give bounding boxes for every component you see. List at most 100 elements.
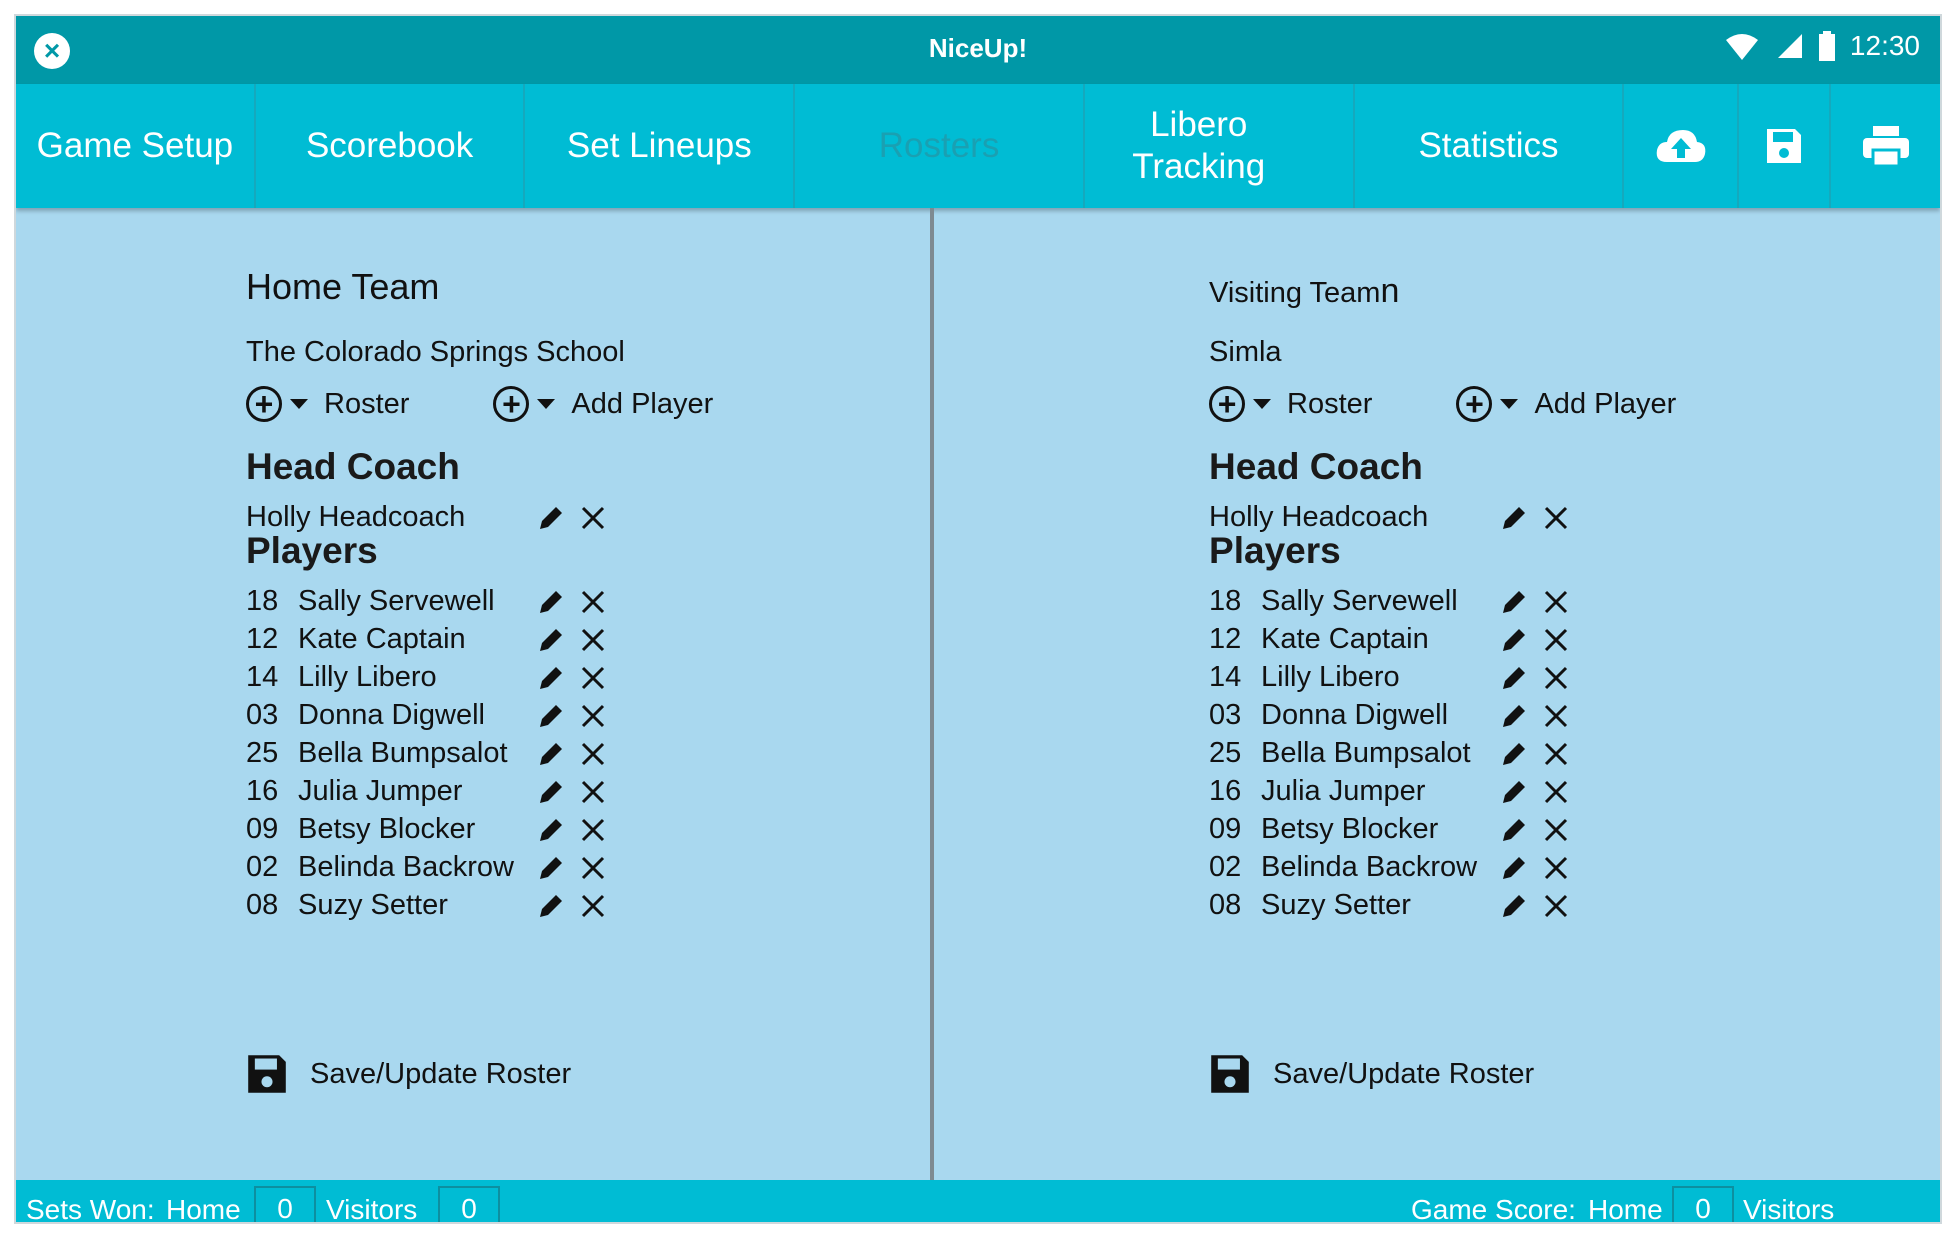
visitors-add-player-dropdown[interactable]: + Add Player [1456, 386, 1676, 422]
player-number: 09 [246, 813, 279, 845]
print-button[interactable] [1831, 84, 1940, 208]
cloud-upload-button[interactable] [1624, 84, 1740, 208]
home-add-player-dropdown[interactable]: + Add Player [493, 386, 713, 422]
close-icon[interactable] [578, 503, 608, 533]
player-number: 03 [246, 699, 279, 731]
caret-down-icon [290, 399, 308, 409]
visitors-coach-heading: Head Coach [1209, 446, 1423, 487]
player-row: 14 Lilly Libero [246, 661, 626, 701]
player-number: 12 [246, 623, 279, 655]
pencil-icon[interactable] [1499, 503, 1529, 533]
visiting-team-heading: Visiting Teamn [1209, 272, 1399, 311]
visitors-roster-dropdown[interactable]: + Roster [1209, 386, 1372, 422]
player-number: 25 [1209, 737, 1242, 769]
player-number: 02 [1209, 851, 1242, 883]
home-roster-dropdown[interactable]: + Roster [246, 386, 409, 422]
pencil-icon[interactable] [1499, 587, 1529, 617]
tab-scorebook[interactable]: Scorebook [256, 84, 526, 208]
home-roster-actions: + Roster + Add Player [246, 386, 713, 422]
player-row: 02 Belinda Backrow [246, 851, 626, 891]
save-button[interactable] [1739, 84, 1832, 208]
pencil-icon[interactable] [1499, 815, 1529, 845]
pencil-icon[interactable] [1499, 853, 1529, 883]
pencil-icon[interactable] [536, 891, 566, 921]
pencil-icon[interactable] [536, 853, 566, 883]
close-icon[interactable] [578, 891, 608, 921]
pencil-icon[interactable] [1499, 891, 1529, 921]
pencil-icon[interactable] [536, 815, 566, 845]
close-icon[interactable] [1541, 891, 1571, 921]
wifi-icon [1725, 34, 1758, 60]
home-team-name[interactable]: The Colorado Springs School [246, 336, 625, 369]
close-icon[interactable] [1541, 815, 1571, 845]
close-icon[interactable] [578, 777, 608, 807]
close-icon[interactable] [1541, 701, 1571, 731]
home-team-panel: Home Team The Colorado Springs School + … [16, 208, 930, 1180]
pencil-icon[interactable] [536, 503, 566, 533]
player-name: Belinda Backrow [1261, 851, 1478, 883]
close-icon[interactable] [1541, 625, 1571, 655]
pencil-icon[interactable] [536, 625, 566, 655]
visiting-team-panel: Visiting Teamn Simla + Roster + Add Play… [930, 208, 1940, 1180]
close-icon[interactable] [1541, 663, 1571, 693]
clock: 12:30 [1849, 30, 1920, 61]
close-icon[interactable] [578, 625, 608, 655]
pencil-icon[interactable] [536, 739, 566, 769]
player-number: 16 [1209, 775, 1242, 807]
close-icon[interactable] [1541, 739, 1571, 769]
player-row: 12 Kate Captain [246, 623, 626, 663]
player-name: Kate Captain [298, 623, 466, 655]
sets-home-label: Home [166, 1194, 241, 1224]
status-bar: × NiceUp! 12:30 [16, 16, 1940, 84]
pencil-icon[interactable] [1499, 777, 1529, 807]
pencil-icon[interactable] [1499, 625, 1529, 655]
tab-libero-tracking[interactable]: Libero Tracking [1085, 84, 1355, 208]
roster-label: Roster [1287, 387, 1373, 420]
close-icon[interactable] [578, 853, 608, 883]
close-icon[interactable] [1541, 503, 1571, 533]
pencil-icon[interactable] [536, 701, 566, 731]
player-name: Donna Digwell [1261, 699, 1449, 731]
player-name: Bella Bumpsalot [298, 737, 508, 769]
player-number: 18 [246, 585, 279, 617]
player-row: 25 Bella Bumpsalot [246, 737, 626, 777]
pencil-icon[interactable] [536, 587, 566, 617]
visitors-save-roster-button[interactable]: Save/Update Roster [1209, 1053, 1534, 1095]
player-number: 14 [1209, 661, 1242, 693]
tab-rosters[interactable]: Rosters [795, 84, 1085, 208]
close-icon[interactable] [578, 739, 608, 769]
signal-icon [1777, 34, 1802, 58]
close-icon[interactable] [578, 587, 608, 617]
tab-set-lineups[interactable]: Set Lineups [525, 84, 796, 208]
player-number: 14 [246, 661, 279, 693]
close-icon[interactable] [578, 701, 608, 731]
player-row: 18 Sally Servewell [1209, 585, 1589, 625]
player-name: Lilly Libero [298, 661, 437, 693]
close-icon[interactable] [1541, 587, 1571, 617]
player-number: 08 [1209, 889, 1242, 921]
pencil-icon[interactable] [1499, 663, 1529, 693]
pencil-icon[interactable] [1499, 701, 1529, 731]
pencil-icon[interactable] [1499, 739, 1529, 769]
player-row: 08 Suzy Setter [1209, 889, 1589, 929]
add-player-label: Add Player [571, 387, 714, 420]
close-icon[interactable] [1541, 777, 1571, 807]
pencil-icon[interactable] [536, 663, 566, 693]
home-save-roster-button[interactable]: Save/Update Roster [246, 1053, 571, 1095]
pencil-icon[interactable] [536, 777, 566, 807]
tab-statistics[interactable]: Statistics [1355, 84, 1625, 208]
player-row: 02 Belinda Backrow [1209, 851, 1589, 891]
player-row: 09 Betsy Blocker [246, 813, 626, 853]
player-row: 08 Suzy Setter [246, 889, 626, 929]
close-icon[interactable] [1541, 853, 1571, 883]
game-score-label: Game Score: [1411, 1194, 1576, 1224]
player-name: Kate Captain [1261, 623, 1429, 655]
visiting-team-name[interactable]: Simla [1209, 336, 1282, 369]
close-icon[interactable] [578, 815, 608, 845]
tab-game-setup[interactable]: Game Setup [16, 84, 256, 208]
visitors-roster-actions: + Roster + Add Player [1209, 386, 1676, 422]
player-name: Suzy Setter [1261, 889, 1411, 921]
close-icon[interactable] [578, 663, 608, 693]
save-icon [248, 1055, 286, 1093]
player-number: 03 [1209, 699, 1242, 731]
